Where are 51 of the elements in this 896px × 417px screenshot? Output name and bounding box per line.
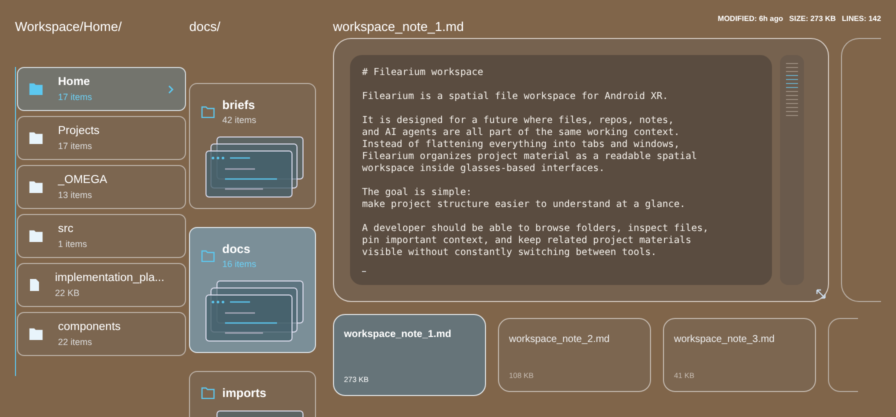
item-name: implementation_pla... bbox=[55, 270, 166, 286]
item-name: src bbox=[58, 222, 74, 237]
tree-item[interactable]: Home 17 items bbox=[17, 67, 186, 111]
text-paragraph: A developer should be able to browse folders, inspect files, pin important context, and keep related project materials visible without constantly switching between tools. bbox=[362, 223, 710, 259]
folder-icon bbox=[29, 132, 43, 144]
file-name: workspace_note_2.md bbox=[509, 333, 611, 347]
file-name: workspace_note_3.md bbox=[674, 333, 776, 347]
chevron-right-icon bbox=[168, 84, 174, 94]
tree-item[interactable]: components 22 items bbox=[17, 312, 186, 356]
text-paragraph: It is designed for a future where files, repos, notes, and AI agents are all part of the same working context. Instead of flattening everything into tabs and windows, Filearium organizes project material as a readable spatial workspace inside glasses-based interfaces. bbox=[362, 115, 698, 175]
item-count: 17 items bbox=[58, 140, 94, 153]
text-editor[interactable] bbox=[350, 55, 772, 285]
item-count: 22 items bbox=[58, 336, 94, 349]
file-name: workspace_note_1.md bbox=[344, 328, 452, 342]
column-title: docs/ bbox=[189, 18, 222, 36]
text-cursor bbox=[362, 271, 366, 272]
folder-icon bbox=[201, 106, 216, 118]
breadcrumb: Workspace/Home/ bbox=[15, 18, 123, 36]
item-name: Home bbox=[58, 74, 91, 90]
folder-name: imports bbox=[222, 385, 266, 402]
tree-item[interactable]: Projects 17 items bbox=[17, 116, 186, 160]
item-name: Projects bbox=[58, 124, 101, 139]
folder-icon bbox=[29, 230, 43, 242]
tree-item[interactable]: implementation_pla... 22 KB bbox=[17, 263, 186, 307]
scrollbar[interactable] bbox=[780, 55, 804, 285]
text-paragraph: Filearium is a spatial file workspace for Android XR. bbox=[362, 91, 670, 103]
item-count: 13 items bbox=[58, 188, 94, 202]
text-paragraph: # Filearium workspace bbox=[362, 67, 484, 79]
folder-name: docs bbox=[222, 241, 252, 258]
item-count: 22 KB bbox=[55, 286, 81, 300]
item-name: _OMEGA bbox=[58, 172, 108, 188]
folder-card[interactable]: briefs 42 items bbox=[189, 83, 316, 209]
folder-card[interactable]: imports bbox=[189, 371, 316, 417]
resize-icon[interactable] bbox=[816, 289, 826, 299]
item-name: components bbox=[58, 320, 122, 335]
item-count: 1 items bbox=[58, 238, 88, 251]
folder-card[interactable]: docs 16 items bbox=[189, 227, 316, 353]
folder-icon bbox=[29, 83, 43, 95]
folder-icon bbox=[201, 250, 216, 262]
tree-item[interactable]: _OMEGA 13 items bbox=[17, 165, 186, 209]
folder-name: briefs bbox=[222, 97, 256, 114]
folder-icon bbox=[29, 328, 43, 340]
item-count: 17 items bbox=[58, 90, 94, 104]
folder-count: 42 items bbox=[222, 114, 256, 127]
file-title: workspace_note_1.md bbox=[333, 18, 464, 36]
tree-item[interactable]: src 1 items bbox=[17, 214, 186, 258]
text-paragraph: The goal is simple: make project structure easier to understand at a glance. bbox=[362, 187, 686, 211]
folder-icon bbox=[201, 387, 216, 399]
file-icon bbox=[29, 278, 40, 292]
folder-count: 16 items bbox=[222, 258, 256, 271]
folder-icon bbox=[29, 181, 43, 193]
